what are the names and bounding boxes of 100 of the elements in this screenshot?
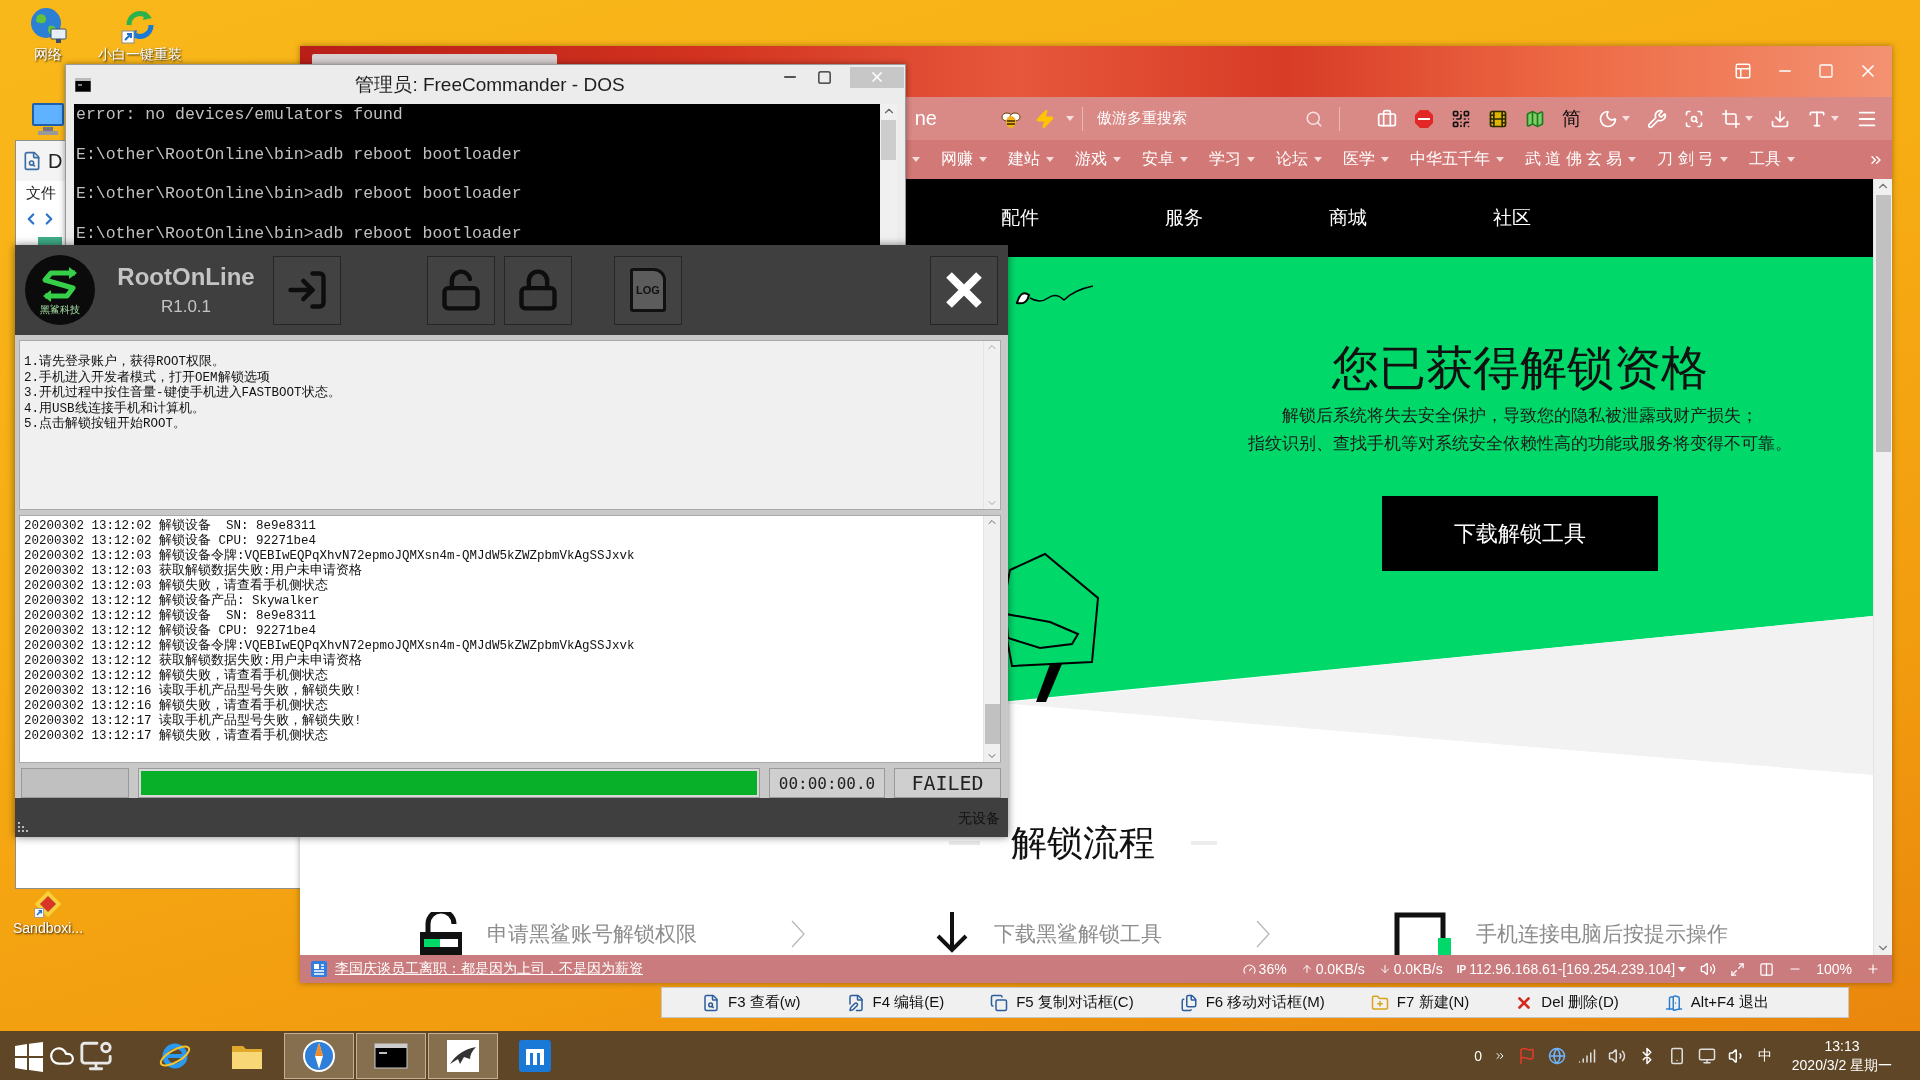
caret-icon[interactable] [1066,116,1074,121]
monitor-icon[interactable] [1698,1046,1716,1065]
nav-link[interactable]: 社区 [1493,205,1531,231]
caret-icon[interactable] [979,157,987,162]
instruction-line: 4.用USB线连接手机和计算机。 [24,401,206,416]
window-title: D [48,149,63,173]
desktop-icon-label[interactable]: 网络 [34,46,62,62]
split-view-icon[interactable] [1759,961,1775,977]
scroll-thumb[interactable] [984,704,1000,744]
desktop-icon-label[interactable]: 小白一键重装 [98,46,182,62]
globe-icon[interactable] [1548,1046,1566,1065]
caret-icon[interactable] [1745,116,1753,121]
login-button[interactable] [273,255,341,325]
computer-icon[interactable] [29,100,67,138]
moon-icon[interactable] [1598,108,1618,129]
bookmark-folder[interactable]: 论坛 [1276,149,1322,170]
function-key-button[interactable]: F4 编辑(E) [846,993,945,1012]
caret-icon[interactable] [1046,157,1054,162]
sandbox-shortcut-icon[interactable] [34,890,62,918]
shark-icon [446,1038,480,1073]
language-toggle[interactable]: 简 [1562,107,1581,130]
zoom-in-icon[interactable] [1866,962,1880,976]
caret-icon[interactable] [1622,116,1630,121]
bookmark-folder[interactable]: 医学 [1343,149,1389,170]
log-line: 20200302 13:12:12 解锁设备 CPU: 92271be4 [24,624,318,638]
desktop-icon-label[interactable]: Sandboxi... [12,920,84,936]
taskbar-app[interactable] [356,1032,426,1079]
caret-icon[interactable] [1381,157,1389,162]
flag-icon[interactable] [1518,1046,1536,1065]
clock-time[interactable]: 13:13 [1824,1036,1860,1056]
close-button[interactable] [930,255,998,325]
caret-icon[interactable] [1113,157,1121,162]
scan-search-icon[interactable] [1684,108,1704,129]
menu-item[interactable]: 文件 [26,181,56,205]
news-icon[interactable] [311,961,327,977]
function-key-button[interactable]: F3 查看(w) [702,993,801,1012]
caret-icon[interactable] [1719,157,1728,162]
nav-link[interactable]: 服务 [1165,205,1203,231]
bookmark-folder[interactable]: 游戏 [1075,149,1121,170]
download-icon[interactable] [1770,108,1790,129]
news-link[interactable]: 李国庆谈员工离职：都是因为上司，不是因为薪资 [335,960,643,978]
address-field[interactable]: ne [907,103,957,134]
lightning-icon[interactable] [1035,108,1055,129]
map-icon[interactable] [1525,108,1545,129]
caret-icon[interactable] [912,157,920,162]
caret-icon[interactable] [1247,157,1255,162]
function-key-button[interactable]: F5 复制对话框(C) [990,993,1134,1012]
function-key-button[interactable]: F7 新建(N) [1370,993,1470,1012]
bookmark-folder[interactable]: 网赚 [941,149,987,170]
step-label: 申请黑鲨账号解锁权限 [487,921,697,946]
nav-link[interactable]: 配件 [1001,205,1039,231]
scroll-thumb[interactable] [881,120,896,160]
network-globe-icon[interactable] [29,6,67,44]
unlock-button[interactable] [427,255,495,325]
caret-icon[interactable] [1786,157,1795,162]
input-method-indicator[interactable]: 中 [1758,1046,1772,1065]
nav-link[interactable]: 商城 [1329,205,1367,231]
start-icon[interactable] [13,1039,45,1072]
bookmark-folder[interactable]: 武 道 佛 玄 易 [1525,149,1637,170]
taskbar-app[interactable] [284,1032,354,1079]
caret-icon[interactable] [1496,157,1504,162]
zoom-level: 100% [1816,961,1852,977]
taskbar-app[interactable] [428,1032,498,1079]
expand-icon[interactable] [1730,961,1746,977]
search-icon[interactable] [1305,109,1323,128]
bookmark-folder[interactable]: 学习 [1209,149,1255,170]
film-icon[interactable] [1488,108,1508,129]
layout-icon[interactable] [1734,62,1752,80]
caret-icon[interactable] [1678,966,1687,972]
caret-icon[interactable] [1628,157,1637,162]
download-button[interactable]: 下载解锁工具 [1382,496,1658,571]
caret-icon[interactable] [1314,157,1322,162]
speaker-icon[interactable] [1608,1046,1626,1065]
bookmark-folder[interactable]: 工具 [1748,149,1795,170]
function-key-button[interactable]: F6 移动对话框(M) [1179,993,1325,1012]
caret-icon[interactable] [1180,157,1188,162]
browser-tab[interactable] [312,54,557,64]
clock-date[interactable]: 2020/3/2 星期一 [1791,1055,1893,1075]
instruction-line: 2.手机进入开发者模式，打开OEM解锁选项 [24,370,271,385]
speaker-icon[interactable] [1700,961,1717,977]
caret-icon[interactable] [1831,116,1839,121]
stop-sign-icon[interactable] [1414,108,1434,129]
function-key-button[interactable]: Alt+F4 退出 [1664,993,1769,1012]
maximize-icon[interactable] [817,69,832,85]
crop-icon[interactable] [1721,108,1741,129]
phone-icon[interactable] [1668,1046,1686,1065]
bookmark-folder[interactable]: 安卓 [1142,149,1188,170]
bookmark-folder[interactable]: 建站 [1008,149,1054,170]
function-key-button[interactable]: Del 删除(D) [1515,993,1619,1012]
signal-icon[interactable] [1578,1046,1596,1065]
scroll-thumb[interactable] [1875,195,1891,452]
logo-caption: 黑鲨科技 [40,304,80,315]
toolbox-icon[interactable] [1377,108,1397,129]
wrench-icon[interactable] [1647,108,1667,129]
qr-code-icon[interactable] [1451,108,1471,129]
log-button[interactable]: LOG [614,255,682,325]
search-field[interactable]: 傲游多重搜索 [1091,103,1331,134]
bookmark-folder[interactable]: 中华五千年 [1410,149,1504,170]
bookmark-folder[interactable]: 刀 剑 弓 [1657,149,1728,170]
lock-button[interactable] [504,255,572,325]
